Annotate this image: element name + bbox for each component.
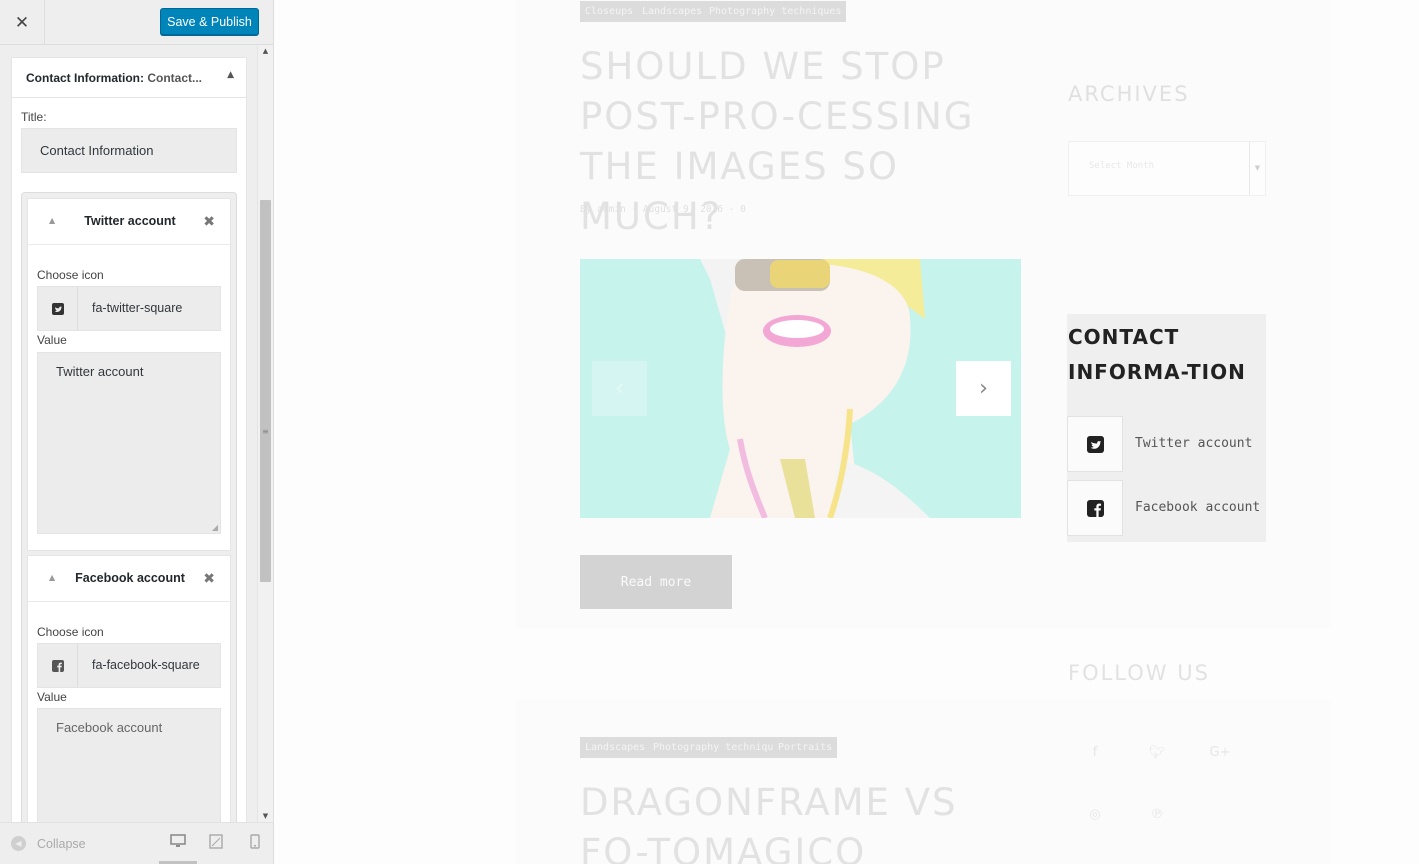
scrollbar-grip-icon: ≡ bbox=[262, 427, 269, 436]
remove-item-icon[interactable]: ✖ bbox=[203, 214, 215, 230]
icon-preview-box bbox=[38, 644, 78, 687]
pinterest-icon[interactable]: ℗ bbox=[1129, 786, 1185, 842]
customizer-footer: ◀ Collapse bbox=[0, 822, 273, 864]
slider-next-button[interactable]: › bbox=[956, 361, 1011, 416]
post-title[interactable]: Dragonframe vs Fo-tomagico bbox=[580, 778, 1010, 864]
widget-title-main: Contact Information: bbox=[26, 71, 144, 85]
twitter-icon[interactable]: 🐦︎ bbox=[1129, 724, 1185, 780]
close-icon: ✕ bbox=[14, 12, 30, 33]
collapse-widget-arrow-icon[interactable]: ▲ bbox=[227, 70, 234, 80]
archives-title: ARCHIVES bbox=[1068, 82, 1190, 106]
tablet-preview-icon[interactable] bbox=[206, 834, 226, 853]
contact-label: Twitter account bbox=[1135, 436, 1253, 451]
scrollbar-thumb[interactable] bbox=[260, 200, 271, 582]
contact-row-twitter: Twitter account bbox=[1067, 416, 1266, 472]
contact-item-twitter: ▲ Twitter account ✖ Choose icon fa-twitt… bbox=[27, 198, 231, 551]
widget-header[interactable]: Contact Information: Contact... ▲ bbox=[12, 58, 246, 98]
customizer-header: ✕ Save & Publish bbox=[0, 0, 273, 45]
widget-title-sub: Contact... bbox=[147, 71, 203, 85]
contact-information-widget: Contact Information: Contact... ▲ Title:… bbox=[11, 57, 247, 822]
read-more-button[interactable]: Read more bbox=[580, 555, 732, 609]
chevron-right-icon: › bbox=[979, 376, 988, 401]
google-plus-icon[interactable]: G+ bbox=[1192, 724, 1248, 780]
facebook-icon[interactable]: f bbox=[1067, 724, 1123, 780]
title-field-label: Title: bbox=[21, 110, 47, 124]
facebook-square-icon bbox=[1086, 499, 1104, 517]
value-label: Value bbox=[37, 333, 67, 347]
post-tag[interactable]: Closeups bbox=[580, 1, 639, 22]
icon-picker[interactable]: fa-twitter-square bbox=[37, 286, 221, 331]
slider-prev-button[interactable]: ‹ bbox=[592, 361, 647, 416]
collapse-label[interactable]: Collapse bbox=[37, 837, 86, 851]
chevron-left-icon: ‹ bbox=[615, 376, 624, 401]
post-tag[interactable]: Landscapes bbox=[637, 1, 708, 22]
choose-icon-label: Choose icon bbox=[37, 625, 104, 639]
item-header[interactable]: ▲ Facebook account ✖ bbox=[28, 556, 230, 602]
contact-row-facebook: Facebook account bbox=[1067, 480, 1266, 536]
chevron-down-icon: ▼ bbox=[1249, 142, 1265, 195]
value-textarea[interactable]: Twitter account ◢ bbox=[37, 352, 221, 534]
contact-label: Facebook account bbox=[1135, 500, 1261, 515]
contact-icon-box bbox=[1067, 480, 1123, 536]
contact-widget-title: CONTACT INFORMA-TION bbox=[1068, 325, 1246, 384]
value-text: Twitter account bbox=[56, 364, 144, 379]
archives-select-value: Select Month bbox=[1089, 161, 1155, 171]
sidebar-scrollbar[interactable]: ▲ ≡ ▼ bbox=[257, 45, 273, 822]
widget-title: Contact Information: Contact... bbox=[26, 71, 202, 85]
facebook-square-icon bbox=[51, 659, 64, 672]
twitter-square-icon bbox=[51, 302, 64, 315]
value-textarea[interactable]: Facebook account bbox=[37, 708, 221, 822]
post-tag[interactable]: Portraits bbox=[773, 737, 838, 758]
customizer-controls[interactable]: Contact Information: Contact... ▲ Title:… bbox=[0, 45, 257, 822]
post-meta: By admin - August 9, 2016 - 0 bbox=[580, 204, 746, 215]
item-name: Twitter account bbox=[84, 214, 176, 228]
archives-dropdown[interactable]: Select Month ▼ bbox=[1068, 141, 1266, 196]
desktop-preview-icon[interactable] bbox=[168, 834, 188, 852]
post-tag[interactable]: Photography techniques bbox=[704, 1, 847, 22]
choose-icon-label: Choose icon bbox=[37, 268, 104, 282]
mobile-preview-icon[interactable] bbox=[245, 834, 265, 853]
follow-us-title: FOLLOW US bbox=[1068, 661, 1210, 685]
title-input[interactable]: Contact Information bbox=[21, 128, 237, 173]
site-preview[interactable]: Closeups Landscapes Photography techniqu… bbox=[274, 0, 1419, 864]
icon-preview-box bbox=[38, 287, 78, 330]
scroll-down-arrow-icon[interactable]: ▼ bbox=[258, 810, 273, 822]
resize-grip-icon[interactable]: ◢ bbox=[212, 523, 218, 532]
scroll-up-arrow-icon[interactable]: ▲ bbox=[258, 45, 273, 57]
close-customizer-button[interactable]: ✕ bbox=[0, 0, 45, 45]
value-label: Value bbox=[37, 690, 67, 704]
value-text: Facebook account bbox=[56, 720, 163, 735]
item-header[interactable]: ▲ Twitter account ✖ bbox=[28, 199, 230, 245]
icon-class-value: fa-facebook-square bbox=[92, 658, 200, 672]
instagram-icon[interactable]: ◎ bbox=[1067, 786, 1123, 842]
remove-item-icon[interactable]: ✖ bbox=[203, 571, 215, 587]
icon-class-value: fa-twitter-square bbox=[92, 301, 183, 315]
collapse-arrow-icon[interactable]: ◀ bbox=[11, 836, 26, 851]
save-publish-button[interactable]: Save & Publish bbox=[160, 8, 259, 35]
post-tag[interactable]: Photography techniques bbox=[648, 737, 791, 758]
customizer-sidebar: ✕ Save & Publish Contact Information: Co… bbox=[0, 0, 274, 864]
post-tag[interactable]: Landscapes bbox=[580, 737, 651, 758]
twitter-square-icon bbox=[1086, 435, 1104, 453]
item-name: Facebook account bbox=[75, 571, 185, 585]
contact-items-list: ▲ Twitter account ✖ Choose icon fa-twitt… bbox=[21, 192, 237, 822]
post-image-slider: ‹ › bbox=[580, 259, 1021, 518]
contact-icon-box bbox=[1067, 416, 1123, 472]
icon-picker[interactable]: fa-facebook-square bbox=[37, 643, 221, 688]
contact-item-facebook: ▲ Facebook account ✖ Choose icon fa-face… bbox=[27, 555, 231, 822]
contact-information-preview: CONTACT INFORMA-TION Twitter account Fac… bbox=[1067, 314, 1266, 542]
